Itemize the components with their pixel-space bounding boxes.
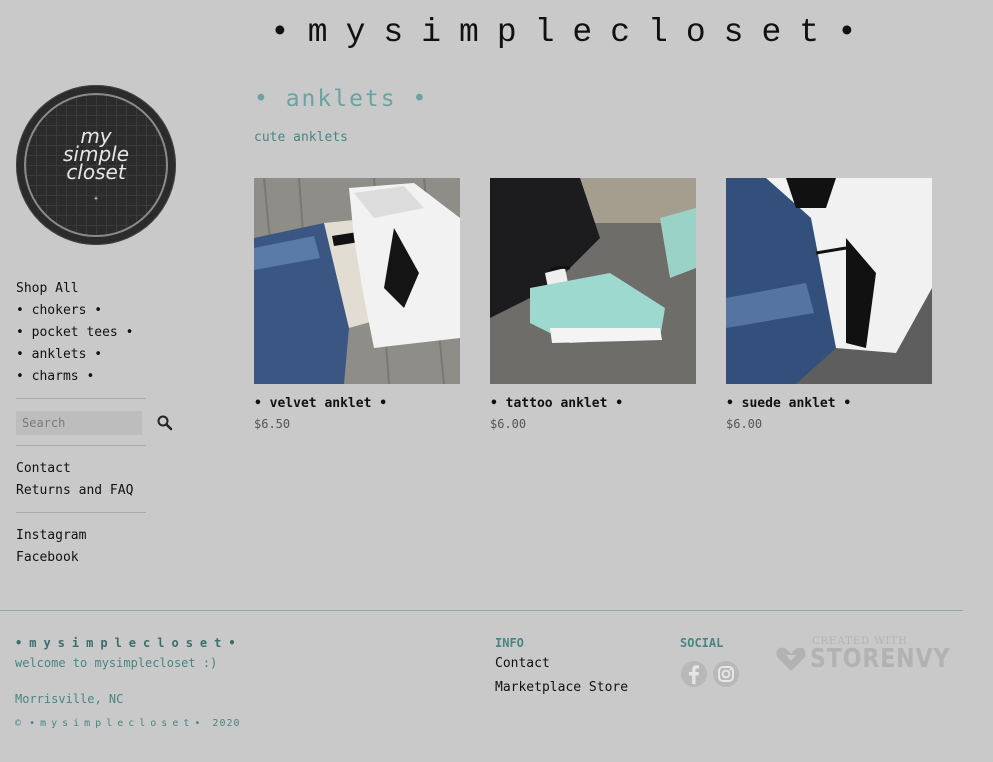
product-price: $6.00 [726, 417, 763, 431]
copyright-brand: •mysimplecloset• [29, 718, 206, 729]
product-price: $6.00 [490, 417, 527, 431]
nav-charms[interactable]: • charms • [16, 366, 186, 388]
logo-text: my simple closet [16, 126, 176, 184]
divider [16, 445, 146, 446]
footer-welcome: welcome to mysimplecloset :) [15, 656, 218, 670]
nav-anklets[interactable]: • anklets • [16, 344, 186, 366]
nav-instagram[interactable]: Instagram [16, 525, 186, 547]
copyright-year: 2020 [212, 718, 241, 729]
nav-chokers[interactable]: • chokers • [16, 300, 186, 322]
footer-marketplace-link[interactable]: Marketplace Store [495, 676, 628, 700]
search-form [16, 411, 186, 435]
footer-brand: •mysimplecloset• [15, 636, 243, 650]
nav-returns-faq[interactable]: Returns and FAQ [16, 480, 186, 502]
product-image-velvet-anklet[interactable] [254, 178, 460, 384]
nav-pocket-tees[interactable]: • pocket tees • [16, 322, 186, 344]
product-card[interactable]: • tattoo anklet • $6.00 [490, 178, 696, 431]
facebook-icon[interactable] [680, 660, 708, 688]
copyright-symbol: © [15, 718, 23, 729]
logo-line-3: closet [66, 160, 126, 184]
sidebar: Shop All • chokers • • pocket tees • • a… [16, 278, 186, 569]
social-icons [680, 660, 740, 688]
logo-hanger-icon: ✦ [92, 193, 100, 204]
product-image-suede-anklet[interactable] [726, 178, 932, 384]
site-title[interactable]: •mysimplecloset• [270, 14, 875, 51]
product-card[interactable]: • velvet anklet • $6.50 [254, 178, 460, 431]
footer-social-heading: SOCIAL [680, 636, 724, 650]
logo[interactable]: my simple closet ✦ [16, 85, 176, 245]
storenvy-wordmark: STORENVY [810, 644, 951, 674]
footer-divider [0, 610, 963, 611]
search-input[interactable] [16, 411, 142, 435]
product-name[interactable]: • tattoo anklet • [490, 396, 696, 411]
instagram-icon[interactable] [712, 660, 740, 688]
footer-copyright: © •mysimplecloset• 2020 [15, 718, 241, 729]
product-name[interactable]: • velvet anklet • [254, 396, 460, 411]
nav-contact[interactable]: Contact [16, 458, 186, 480]
product-name[interactable]: • suede anklet • [726, 396, 932, 411]
footer-info-heading: INFO [495, 636, 524, 650]
footer-contact-link[interactable]: Contact [495, 652, 628, 676]
divider [16, 512, 146, 513]
footer-info: INFO Contact Marketplace Store [495, 636, 628, 700]
product-price: $6.50 [254, 417, 291, 431]
product-card[interactable]: • suede anklet • $6.00 [726, 178, 932, 431]
footer-location: Morrisville, NC [15, 692, 124, 706]
storenvy-heart-icon [776, 647, 806, 671]
footer-social: SOCIAL [680, 636, 740, 688]
search-icon[interactable] [156, 414, 174, 432]
divider [16, 398, 146, 399]
nav-shop-all[interactable]: Shop All [16, 278, 186, 300]
nav-facebook[interactable]: Facebook [16, 547, 186, 569]
product-image-tattoo-anklet[interactable] [490, 178, 696, 384]
storenvy-badge[interactable]: CREATED WITH STORENVY [776, 636, 949, 676]
product-grid: • velvet anklet • $6.50 • tattoo anklet … [254, 178, 932, 431]
category-description: cute anklets [254, 130, 348, 145]
category-title: • anklets • [254, 86, 429, 112]
